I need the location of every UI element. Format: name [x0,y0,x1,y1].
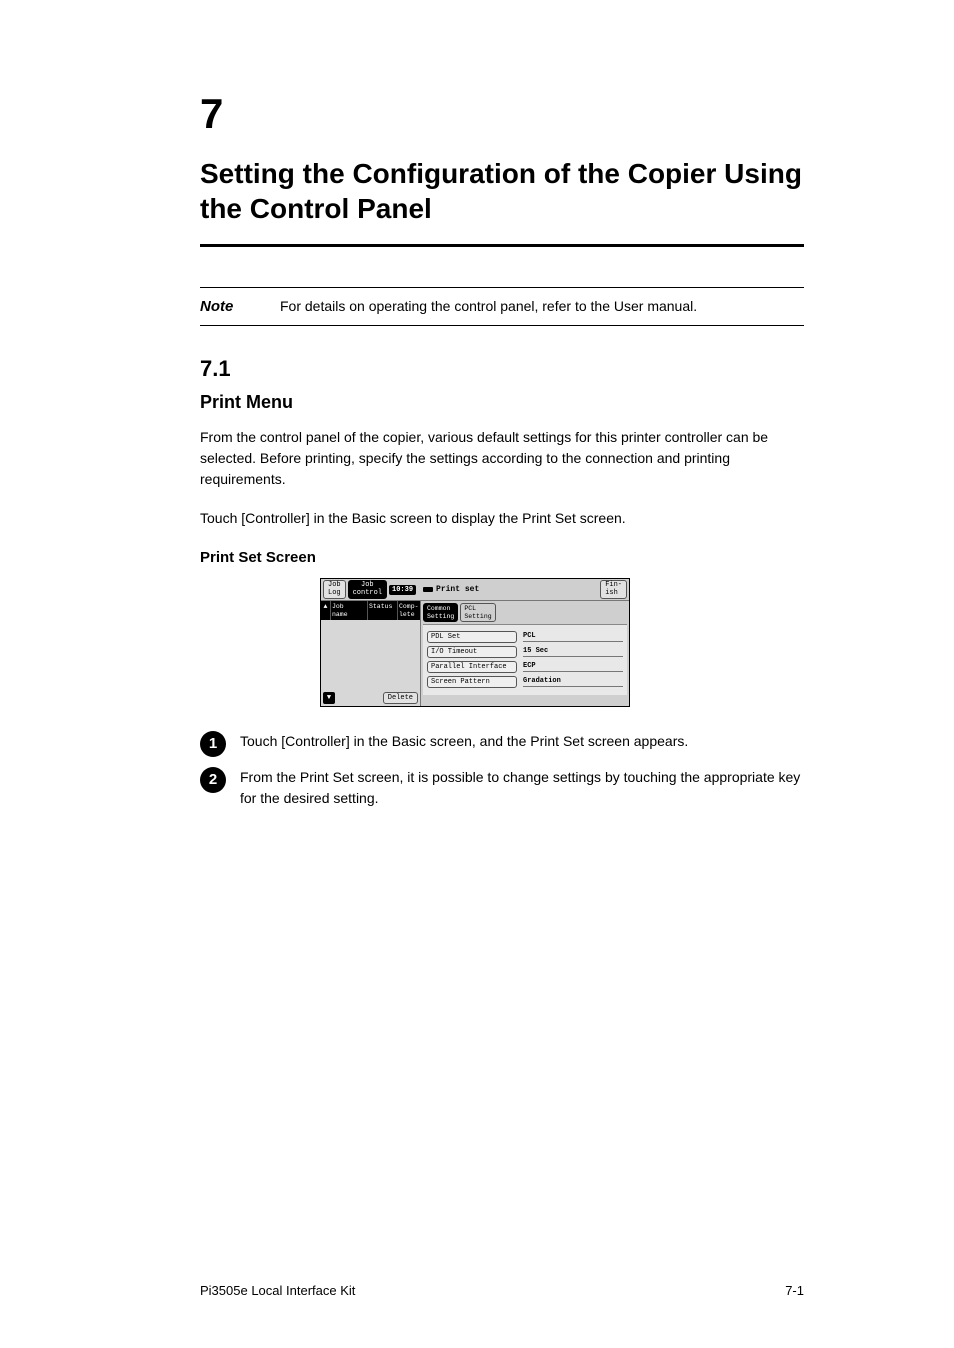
scroll-down-button[interactable]: ▼ [323,692,335,704]
note-label: Note [200,298,280,315]
screen-pattern-button[interactable]: Screen Pattern [427,676,517,688]
section-title: Print Menu [200,392,804,413]
io-timeout-value: 15 Sec [523,647,623,657]
job-list-footer: ▼ Delete [321,690,420,706]
parallel-interface-button[interactable]: Parallel Interface [427,661,517,673]
setting-row-parallel-interface: Parallel Interface ECP [427,661,623,673]
setting-row-screen-pattern: Screen Pattern Gradation [427,676,623,688]
panel-title: Print set [418,585,598,594]
pdl-set-button[interactable]: PDL Set [427,631,517,643]
step-2: 2 From the Print Set screen, it is possi… [200,767,804,809]
step-1-number: 1 [200,731,226,757]
clock: 10:39 [389,585,416,595]
tab-job-control[interactable]: Job control [348,580,387,599]
setting-row-pdl-set: PDL Set PCL [427,631,623,643]
body-paragraph-1: From the control panel of the copier, va… [200,427,804,490]
chapter-divider [200,244,804,247]
note-text: For details on operating the control pan… [280,298,697,314]
parallel-interface-value: ECP [523,662,623,672]
footer-right: 7-1 [785,1283,804,1298]
job-list-empty [321,620,420,690]
io-timeout-button[interactable]: I/O Timeout [427,646,517,658]
page-footer: Pi3505e Local Interface Kit 7-1 [200,1283,804,1298]
step-2-number: 2 [200,767,226,793]
screenshot-caption: Print Set Screen [200,549,804,566]
step-2-text: From the Print Set screen, it is possibl… [240,767,804,809]
col-arrow[interactable]: ▲ [321,601,331,619]
step-1: 1 Touch [Controller] in the Basic screen… [200,731,804,757]
step-1-text: Touch [Controller] in the Basic screen, … [240,731,688,757]
tab-job-log[interactable]: Job Log [323,580,346,599]
settings-list: PDL Set PCL I/O Timeout 15 Sec Parallel … [423,624,627,695]
tab-pcl-setting[interactable]: PCL Setting [460,603,495,621]
chapter-title: Setting the Configuration of the Copier … [200,156,804,226]
setting-row-io-timeout: I/O Timeout 15 Sec [427,646,623,658]
col-job-name: Job name [331,601,368,619]
chapter-number: 7 [200,90,804,138]
job-list-panel: ▲ Job name Status Comp- lete ▼ Delete [321,601,421,705]
settings-panel: Common Setting PCL Setting PDL Set PCL I… [421,601,629,705]
shot-titlebar: Job Log Job control 10:39 Print set Fin-… [321,579,629,600]
plug-icon [423,587,433,592]
delete-button[interactable]: Delete [383,692,418,704]
job-list-header: ▲ Job name Status Comp- lete [321,601,420,619]
finish-button[interactable]: Fin- ish [600,580,627,599]
screen-pattern-value: Gradation [523,677,623,687]
col-status: Status [368,601,398,619]
note-block: Note For details on operating the contro… [200,287,804,326]
tab-common-setting[interactable]: Common Setting [423,603,458,621]
printer-panel-screenshot: Job Log Job control 10:39 Print set Fin-… [320,578,630,707]
section-number: 7.1 [200,356,804,382]
panel-title-text: Print set [436,585,479,594]
page: 7 Setting the Configuration of the Copie… [0,0,954,1348]
body-paragraph-2: Touch [Controller] in the Basic screen t… [200,508,804,529]
pdl-set-value: PCL [523,632,623,642]
col-complete: Comp- lete [398,601,420,619]
footer-left: Pi3505e Local Interface Kit [200,1283,355,1298]
